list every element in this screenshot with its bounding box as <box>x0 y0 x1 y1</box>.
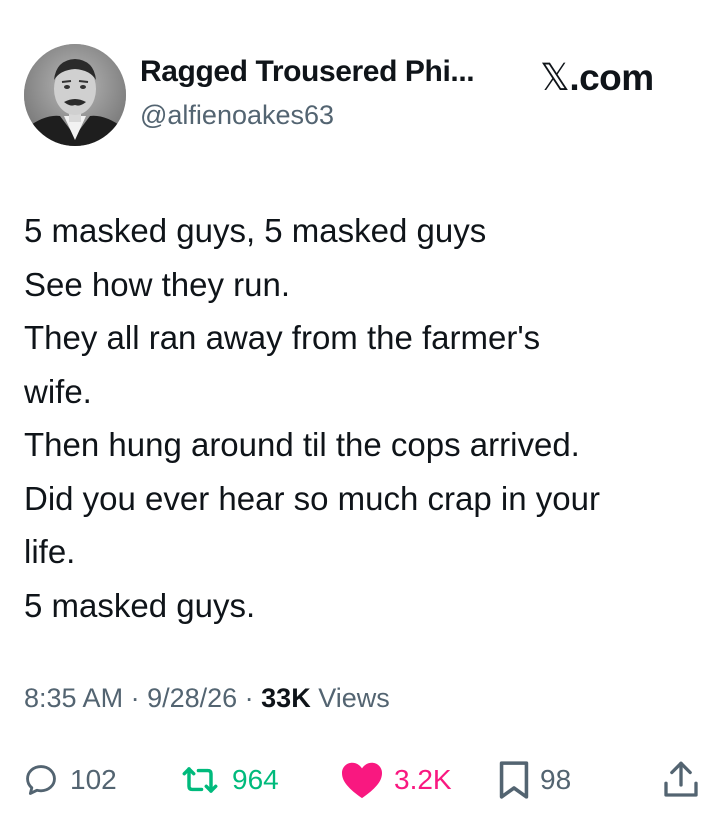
action-bar: 102 964 3.2K 98 <box>22 756 702 804</box>
meta-separator: · <box>237 683 262 713</box>
reply-count: 102 <box>70 764 117 795</box>
brand-suffix: .com <box>569 57 654 98</box>
bookmark-button[interactable]: 98 <box>498 756 571 804</box>
repost-button[interactable]: 964 <box>178 756 279 804</box>
tweet-line: They all ran away from the farmer's <box>24 319 541 356</box>
share-icon <box>664 761 698 797</box>
share-button[interactable] <box>662 756 700 804</box>
tweet-line: 5 masked guys. <box>24 586 256 624</box>
tweet-line: life. <box>24 533 76 570</box>
bookmark-icon <box>499 761 529 799</box>
reply-button[interactable]: 102 <box>22 756 117 804</box>
tweet-time[interactable]: 8:35 AM <box>24 683 123 713</box>
like-icon <box>342 762 382 799</box>
like-button[interactable]: 3.2K <box>340 756 452 804</box>
like-count: 3.2K <box>394 764 452 795</box>
avatar-portrait-image <box>24 44 126 146</box>
avatar[interactable] <box>24 44 126 146</box>
tweet-line: Did you ever hear so much crap in your <box>24 479 600 517</box>
tweet-text: 5 masked guys, 5 masked guys See how the… <box>24 204 704 632</box>
x-logo-icon: 𝕏 <box>540 56 570 99</box>
meta-separator: · <box>123 683 148 713</box>
views-label: Views <box>310 683 390 713</box>
tweet-line: wife. <box>24 372 92 410</box>
author-handle[interactable]: @alfienoakes63 <box>140 100 334 131</box>
x-com-logo: 𝕏.com <box>540 56 654 99</box>
repost-count: 964 <box>232 764 279 795</box>
author-display-name[interactable]: Ragged Trousered Phi... <box>140 55 475 89</box>
tweet-line: See how they run. <box>24 265 290 303</box>
bookmark-count: 98 <box>540 764 572 795</box>
tweet-line: Then hung around til the cops arrived. <box>24 426 580 463</box>
repost-icon <box>182 767 218 793</box>
reply-icon <box>26 765 56 795</box>
tweet-meta: 8:35 AM · 9/28/26 · 33K Views <box>24 683 390 714</box>
views-count: 33K <box>261 683 311 713</box>
tweet-line: 5 masked guys, 5 masked guys <box>24 212 487 249</box>
tweet-date[interactable]: 9/28/26 <box>147 683 237 713</box>
